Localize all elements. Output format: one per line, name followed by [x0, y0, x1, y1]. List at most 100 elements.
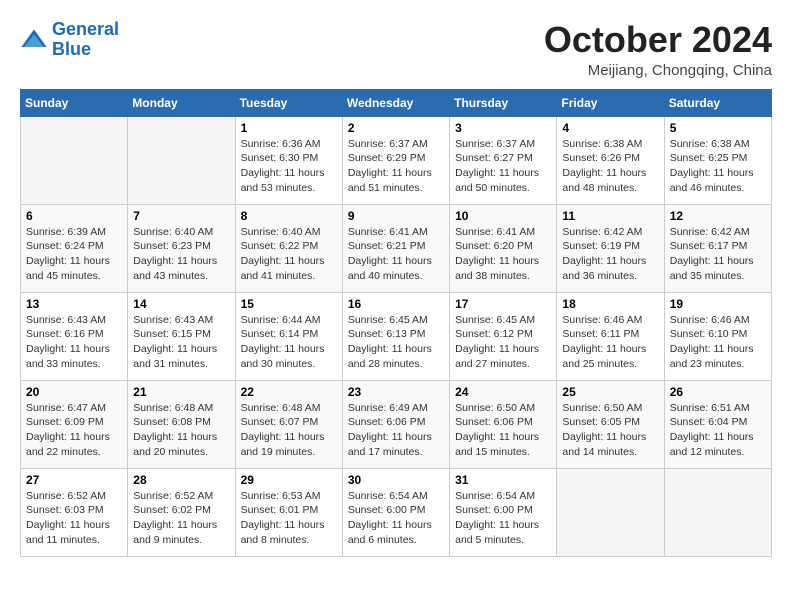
day-cell: 25 Sunrise: 6:50 AMSunset: 6:05 PMDayligh… — [557, 380, 664, 468]
month-title: October 2024 — [544, 20, 772, 60]
header-cell-monday: Monday — [128, 89, 235, 116]
day-info: Sunrise: 6:45 AMSunset: 6:12 PMDaylight:… — [455, 313, 551, 372]
day-cell: 8 Sunrise: 6:40 AMSunset: 6:22 PMDaylight… — [235, 204, 342, 292]
logo: General Blue — [20, 20, 119, 60]
day-info: Sunrise: 6:45 AMSunset: 6:13 PMDaylight:… — [348, 313, 444, 372]
day-cell: 7 Sunrise: 6:40 AMSunset: 6:23 PMDaylight… — [128, 204, 235, 292]
week-row-2: 6 Sunrise: 6:39 AMSunset: 6:24 PMDaylight… — [21, 204, 772, 292]
header-cell-sunday: Sunday — [21, 89, 128, 116]
day-info: Sunrise: 6:48 AMSunset: 6:07 PMDaylight:… — [241, 401, 337, 460]
day-info: Sunrise: 6:48 AMSunset: 6:08 PMDaylight:… — [133, 401, 229, 460]
day-cell: 16 Sunrise: 6:45 AMSunset: 6:13 PMDayligh… — [342, 292, 449, 380]
day-cell: 2 Sunrise: 6:37 AMSunset: 6:29 PMDaylight… — [342, 116, 449, 204]
day-cell: 13 Sunrise: 6:43 AMSunset: 6:16 PMDayligh… — [21, 292, 128, 380]
day-cell: 19Sunrise: 6:46 AMSunset: 6:10 PMDayligh… — [664, 292, 771, 380]
day-number: 16 — [348, 297, 444, 311]
day-number: 4 — [562, 121, 658, 135]
header-cell-saturday: Saturday — [664, 89, 771, 116]
day-cell: 10 Sunrise: 6:41 AMSunset: 6:20 PMDayligh… — [450, 204, 557, 292]
day-cell: 28Sunrise: 6:52 AMSunset: 6:02 PMDayligh… — [128, 468, 235, 556]
calendar-table: SundayMondayTuesdayWednesdayThursdayFrid… — [20, 89, 772, 557]
page-header: General Blue October 2024 Meijiang, Chon… — [20, 20, 772, 79]
day-info: Sunrise: 6:41 AMSunset: 6:21 PMDaylight:… — [348, 225, 444, 284]
day-info: Sunrise: 6:53 AMSunset: 6:01 PMDaylight:… — [241, 489, 337, 548]
day-cell: 17 Sunrise: 6:45 AMSunset: 6:12 PMDayligh… — [450, 292, 557, 380]
day-number: 24 — [455, 385, 551, 399]
day-number: 7 — [133, 209, 229, 223]
day-number: 17 — [455, 297, 551, 311]
day-number: 22 — [241, 385, 337, 399]
day-number: 29 — [241, 473, 337, 487]
day-number: 25 — [562, 385, 658, 399]
day-number: 19 — [670, 297, 766, 311]
location: Meijiang, Chongqing, China — [544, 62, 772, 79]
week-row-1: 1Sunrise: 6:36 AMSunset: 6:30 PMDaylight… — [21, 116, 772, 204]
day-info: Sunrise: 6:37 AMSunset: 6:27 PMDaylight:… — [455, 137, 551, 196]
day-number: 23 — [348, 385, 444, 399]
header-cell-wednesday: Wednesday — [342, 89, 449, 116]
day-number: 15 — [241, 297, 337, 311]
day-cell: 24 Sunrise: 6:50 AMSunset: 6:06 PMDayligh… — [450, 380, 557, 468]
day-number: 27 — [26, 473, 122, 487]
calendar-body: 1Sunrise: 6:36 AMSunset: 6:30 PMDaylight… — [21, 116, 772, 556]
week-row-3: 13 Sunrise: 6:43 AMSunset: 6:16 PMDayligh… — [21, 292, 772, 380]
day-cell: 12 Sunrise: 6:42 AMSunset: 6:17 PMDayligh… — [664, 204, 771, 292]
day-info: Sunrise: 6:49 AMSunset: 6:06 PMDaylight:… — [348, 401, 444, 460]
day-info: Sunrise: 6:36 AMSunset: 6:30 PMDaylight:… — [241, 137, 337, 196]
day-number: 30 — [348, 473, 444, 487]
day-cell: 23 Sunrise: 6:49 AMSunset: 6:06 PMDayligh… — [342, 380, 449, 468]
day-number: 9 — [348, 209, 444, 223]
day-number: 5 — [670, 121, 766, 135]
day-number: 6 — [26, 209, 122, 223]
day-number: 2 — [348, 121, 444, 135]
day-cell: 22 Sunrise: 6:48 AMSunset: 6:07 PMDayligh… — [235, 380, 342, 468]
logo-text: General Blue — [52, 20, 119, 60]
week-row-5: 27 Sunrise: 6:52 AMSunset: 6:03 PMDayligh… — [21, 468, 772, 556]
day-cell: 30 Sunrise: 6:54 AMSunset: 6:00 PMDayligh… — [342, 468, 449, 556]
day-info: Sunrise: 6:50 AMSunset: 6:05 PMDaylight:… — [562, 401, 658, 460]
day-cell: 31Sunrise: 6:54 AMSunset: 6:00 PMDayligh… — [450, 468, 557, 556]
logo-icon — [20, 26, 48, 54]
day-info: Sunrise: 6:47 AMSunset: 6:09 PMDaylight:… — [26, 401, 122, 460]
day-info: Sunrise: 6:54 AMSunset: 6:00 PMDaylight:… — [348, 489, 444, 548]
day-info: Sunrise: 6:40 AMSunset: 6:22 PMDaylight:… — [241, 225, 337, 284]
day-info: Sunrise: 6:46 AMSunset: 6:11 PMDaylight:… — [562, 313, 658, 372]
day-number: 10 — [455, 209, 551, 223]
day-info: Sunrise: 6:52 AMSunset: 6:03 PMDaylight:… — [26, 489, 122, 548]
day-cell — [557, 468, 664, 556]
day-cell — [128, 116, 235, 204]
week-row-4: 20Sunrise: 6:47 AMSunset: 6:09 PMDayligh… — [21, 380, 772, 468]
day-cell — [664, 468, 771, 556]
day-cell: 27 Sunrise: 6:52 AMSunset: 6:03 PMDayligh… — [21, 468, 128, 556]
day-cell: 9 Sunrise: 6:41 AMSunset: 6:21 PMDaylight… — [342, 204, 449, 292]
day-info: Sunrise: 6:44 AMSunset: 6:14 PMDaylight:… — [241, 313, 337, 372]
day-info: Sunrise: 6:50 AMSunset: 6:06 PMDaylight:… — [455, 401, 551, 460]
day-info: Sunrise: 6:42 AMSunset: 6:19 PMDaylight:… — [562, 225, 658, 284]
day-cell: 1Sunrise: 6:36 AMSunset: 6:30 PMDaylight… — [235, 116, 342, 204]
day-number: 3 — [455, 121, 551, 135]
day-info: Sunrise: 6:43 AMSunset: 6:15 PMDaylight:… — [133, 313, 229, 372]
day-info: Sunrise: 6:39 AMSunset: 6:24 PMDaylight:… — [26, 225, 122, 284]
day-cell: 21 Sunrise: 6:48 AMSunset: 6:08 PMDayligh… — [128, 380, 235, 468]
day-number: 12 — [670, 209, 766, 223]
day-cell: 11 Sunrise: 6:42 AMSunset: 6:19 PMDayligh… — [557, 204, 664, 292]
day-info: Sunrise: 6:51 AMSunset: 6:04 PMDaylight:… — [670, 401, 766, 460]
day-info: Sunrise: 6:41 AMSunset: 6:20 PMDaylight:… — [455, 225, 551, 284]
day-cell: 29 Sunrise: 6:53 AMSunset: 6:01 PMDayligh… — [235, 468, 342, 556]
day-cell: 3 Sunrise: 6:37 AMSunset: 6:27 PMDaylight… — [450, 116, 557, 204]
day-cell: 20Sunrise: 6:47 AMSunset: 6:09 PMDayligh… — [21, 380, 128, 468]
day-number: 11 — [562, 209, 658, 223]
day-info: Sunrise: 6:42 AMSunset: 6:17 PMDaylight:… — [670, 225, 766, 284]
day-info: Sunrise: 6:38 AMSunset: 6:25 PMDaylight:… — [670, 137, 766, 196]
day-number: 13 — [26, 297, 122, 311]
day-number: 31 — [455, 473, 551, 487]
day-number: 21 — [133, 385, 229, 399]
day-info: Sunrise: 6:40 AMSunset: 6:23 PMDaylight:… — [133, 225, 229, 284]
day-info: Sunrise: 6:43 AMSunset: 6:16 PMDaylight:… — [26, 313, 122, 372]
header-cell-tuesday: Tuesday — [235, 89, 342, 116]
day-number: 14 — [133, 297, 229, 311]
day-number: 8 — [241, 209, 337, 223]
day-number: 26 — [670, 385, 766, 399]
day-info: Sunrise: 6:37 AMSunset: 6:29 PMDaylight:… — [348, 137, 444, 196]
day-cell: 4Sunrise: 6:38 AMSunset: 6:26 PMDaylight… — [557, 116, 664, 204]
